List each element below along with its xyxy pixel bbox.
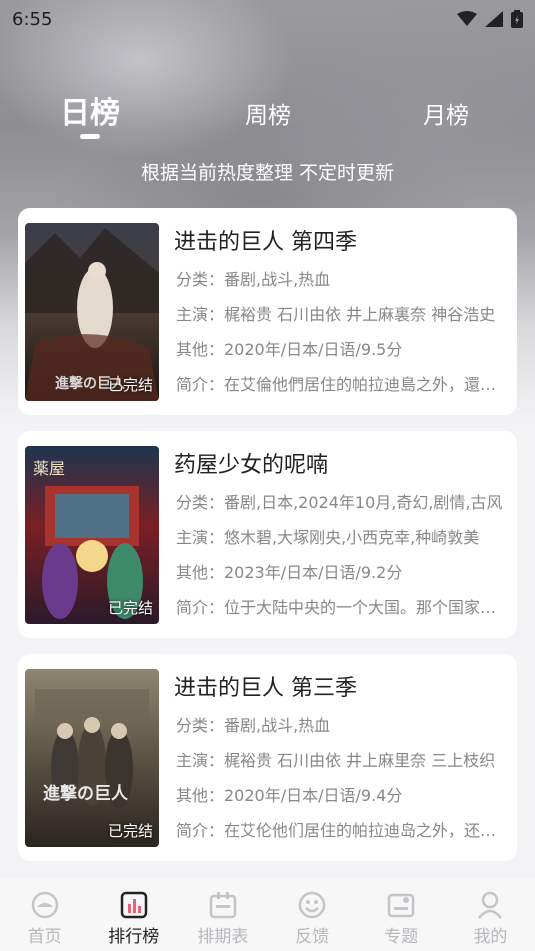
tab-weekly[interactable]: 周榜 — [238, 96, 298, 130]
nav-label: 首页 — [27, 927, 62, 947]
rank-tabs: 日榜 周榜 月榜 — [0, 88, 535, 148]
svg-text:薬屋: 薬屋 — [33, 459, 65, 478]
nav-item-ranking[interactable]: 排行榜 — [89, 878, 178, 951]
card-intro: 简介：在艾伦他们居住的帕拉迪岛之外，还有其他国家 — [176, 821, 510, 840]
status-badge: 已完结 — [107, 376, 153, 394]
ranking-card[interactable]: 薬屋 已完结 药屋少女的呢喃 分类：番剧,日本,2024年10月,奇幻,剧情,古… — [18, 431, 517, 638]
card-cast: 主演：悠木碧,大塚刚央,小西克幸,种崎敦美 — [176, 528, 480, 547]
nav-item-home[interactable]: 首页 — [0, 878, 89, 951]
signal-icon — [485, 11, 503, 27]
status-badge: 已完结 — [107, 822, 153, 840]
card-category: 分类：番剧,战斗,热血 — [176, 716, 331, 735]
card-title[interactable]: 进击的巨人 第三季 — [174, 670, 357, 702]
ranking-list: 進撃の巨人 已完结 进击的巨人 第四季 分类：番剧,战斗,热血 主演：梶裕贵 石… — [18, 208, 517, 877]
card-cast: 主演：梶裕贵 石川由依 井上麻裏奈 神谷浩史 — [176, 305, 496, 324]
wifi-icon — [457, 11, 477, 26]
nav-item-schedule[interactable]: 排期表 — [178, 878, 267, 951]
battery-icon — [511, 10, 523, 28]
nav-label: 我的 — [473, 927, 508, 947]
status-icons — [457, 10, 523, 28]
profile-icon — [475, 890, 505, 920]
feedback-icon — [297, 890, 327, 920]
tab-indicator — [80, 134, 100, 139]
card-cast: 主演：梶裕贵 石川由依 井上麻里奈 三上枝织 — [176, 751, 496, 770]
card-intro: 简介：在艾倫他們居住的帕拉迪島之外，還有其他國家 — [176, 375, 510, 394]
nav-label: 排行榜 — [108, 927, 160, 947]
ranking-card[interactable]: 進撃の巨人 已完结 进击的巨人 第四季 分类：番剧,战斗,热血 主演：梶裕贵 石… — [18, 208, 517, 415]
nav-label: 专题 — [384, 927, 419, 947]
nav-item-feedback[interactable]: 反馈 — [268, 878, 357, 951]
card-category: 分类：番剧,战斗,热血 — [176, 270, 331, 289]
svg-text:進撃の巨人: 進撃の巨人 — [43, 783, 129, 804]
nav-item-topic[interactable]: 专题 — [357, 878, 446, 951]
poster-image[interactable]: 進撃の巨人 已完结 — [25, 669, 159, 847]
card-title[interactable]: 进击的巨人 第四季 — [174, 224, 357, 256]
nav-item-profile[interactable]: 我的 — [446, 878, 535, 951]
card-category: 分类：番剧,日本,2024年10月,奇幻,剧情,古风 — [176, 493, 503, 512]
card-intro: 简介：位于大陆中央的一个大国。那个国家的皇帝 — [176, 598, 510, 617]
ranking-icon — [119, 890, 149, 920]
nav-label: 排期表 — [197, 927, 249, 947]
nav-label: 反馈 — [295, 927, 330, 947]
bottom-nav: 首页 排行榜 排期表 反馈 专题 我的 — [0, 878, 535, 951]
calendar-icon — [208, 890, 238, 920]
ranking-subtitle: 根据当前热度整理 不定时更新 — [140, 162, 395, 184]
status-bar: 6:55 — [0, 0, 535, 38]
card-other: 其他：2020年/日本/日语/9.5分 — [176, 340, 403, 359]
topic-icon — [386, 890, 416, 920]
poster-image[interactable]: 進撃の巨人 已完结 — [25, 223, 159, 401]
status-time: 6:55 — [12, 8, 53, 30]
tab-monthly[interactable]: 月榜 — [416, 96, 476, 130]
tab-daily[interactable]: 日榜 — [60, 88, 120, 132]
poster-image[interactable]: 薬屋 已完结 — [25, 446, 159, 624]
card-title[interactable]: 药屋少女的呢喃 — [174, 447, 328, 479]
card-other: 其他：2020年/日本/日语/9.4分 — [176, 786, 403, 805]
card-other: 其他：2023年/日本/日语/9.2分 — [176, 563, 403, 582]
status-badge: 已完结 — [107, 599, 153, 617]
home-icon — [30, 890, 60, 920]
ranking-card[interactable]: 進撃の巨人 已完结 进击的巨人 第三季 分类：番剧,战斗,热血 主演：梶裕贵 石… — [18, 654, 517, 861]
